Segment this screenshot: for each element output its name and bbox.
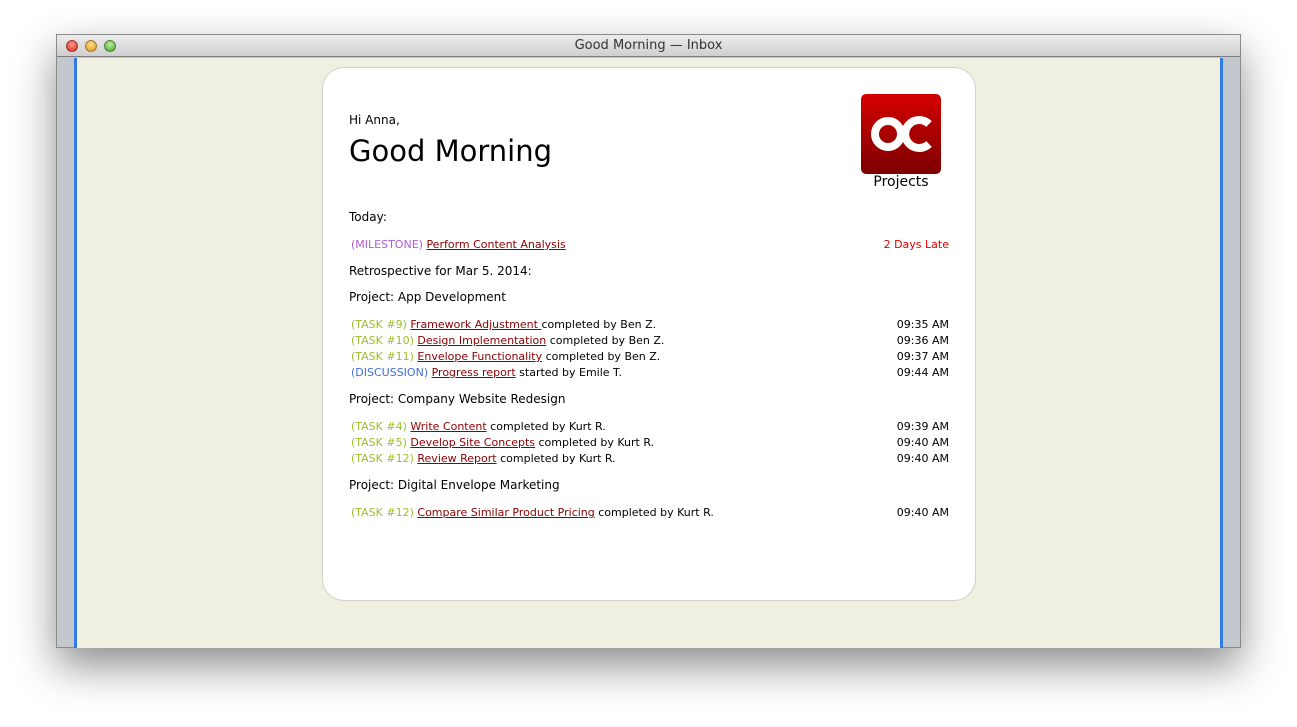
item-link[interactable]: Develop Site Concepts [410,436,535,449]
item-description: completed by Ben Z. [541,318,657,331]
item-description: completed by Ben Z. [546,334,665,347]
activity-row: (TASK #12) Compare Similar Product Prici… [349,505,949,521]
item-tag: (TASK #10) [351,334,414,347]
item-description: completed by Kurt R. [496,452,616,465]
activity-row: (TASK #11) Envelope Functionality comple… [349,349,949,365]
mail-window: Good Morning — Inbox Projects Hi Anna, G… [56,34,1241,648]
projects-logo: Projects [861,94,941,191]
item-link[interactable]: Compare Similar Product Pricing [417,506,594,519]
greeting: Hi Anna, [349,113,400,127]
item-time: 09:40 AM [896,506,949,519]
title-bar[interactable]: Good Morning — Inbox [57,35,1240,57]
item-time: 09:40 AM [896,452,949,465]
item-link[interactable]: Review Report [417,452,496,465]
item-time: 09:39 AM [896,420,949,433]
window-title: Good Morning — Inbox [574,38,723,53]
late-status: 2 Days Late [883,238,949,251]
item-tag: (TASK #9) [351,318,407,331]
project-title: Project: Company Website Redesign [349,392,566,406]
item-time: 09:35 AM [896,318,949,331]
today-label: Today: [349,210,387,224]
item-link[interactable]: Framework Adjustment [410,318,541,331]
item-link[interactable]: Progress report [432,366,516,379]
item-description: completed by Ben Z. [542,350,661,363]
item-tag: (TASK #4) [351,420,407,433]
item-time: 09:37 AM [896,350,949,363]
project-title: Project: App Development [349,290,506,304]
activity-row: (TASK #5) Develop Site Concepts complete… [349,435,949,451]
activity-row: (TASK #10) Design Implementation complet… [349,333,949,349]
item-tag: (TASK #12) [351,506,414,519]
item-description: completed by Kurt R. [535,436,655,449]
item-link[interactable]: Envelope Functionality [417,350,542,363]
item-description: started by Emile T. [515,366,622,379]
retrospective-label: Retrospective for Mar 5. 2014: [349,264,532,278]
oc-logo-icon [861,94,941,174]
close-button[interactable] [66,40,78,52]
activity-row: (TASK #12) Review Report completed by Ku… [349,451,949,467]
activity-row: (DISCUSSION) Progress report started by … [349,365,949,381]
milestone-link[interactable]: Perform Content Analysis [426,238,565,251]
activity-row: (TASK #4) Write Content completed by Kur… [349,419,949,435]
item-time: 09:36 AM [896,334,949,347]
project-title: Project: Digital Envelope Marketing [349,478,560,492]
item-tag: (TASK #11) [351,350,414,363]
item-tag: (DISCUSSION) [351,366,429,379]
item-link[interactable]: Design Implementation [417,334,546,347]
message-body: Projects Hi Anna, Good Morning Today: (M… [74,58,1223,648]
item-link[interactable]: Write Content [410,420,486,433]
headline: Good Morning [349,134,552,168]
item-time: 09:44 AM [896,366,949,379]
item-description: completed by Kurt R. [486,420,606,433]
milestone-row: (MILESTONE) Perform Content Analysis 2 D… [349,237,949,253]
item-time: 09:40 AM [896,436,949,449]
activity-row: (TASK #9) Framework Adjustment completed… [349,317,949,333]
email-card: Projects Hi Anna, Good Morning Today: (M… [322,67,976,601]
logo-label: Projects [873,174,929,190]
milestone-tag: (MILESTONE) [351,238,423,251]
minimize-button[interactable] [85,40,97,52]
item-tag: (TASK #12) [351,452,414,465]
zoom-button[interactable] [104,40,116,52]
item-description: completed by Kurt R. [594,506,714,519]
item-tag: (TASK #5) [351,436,407,449]
